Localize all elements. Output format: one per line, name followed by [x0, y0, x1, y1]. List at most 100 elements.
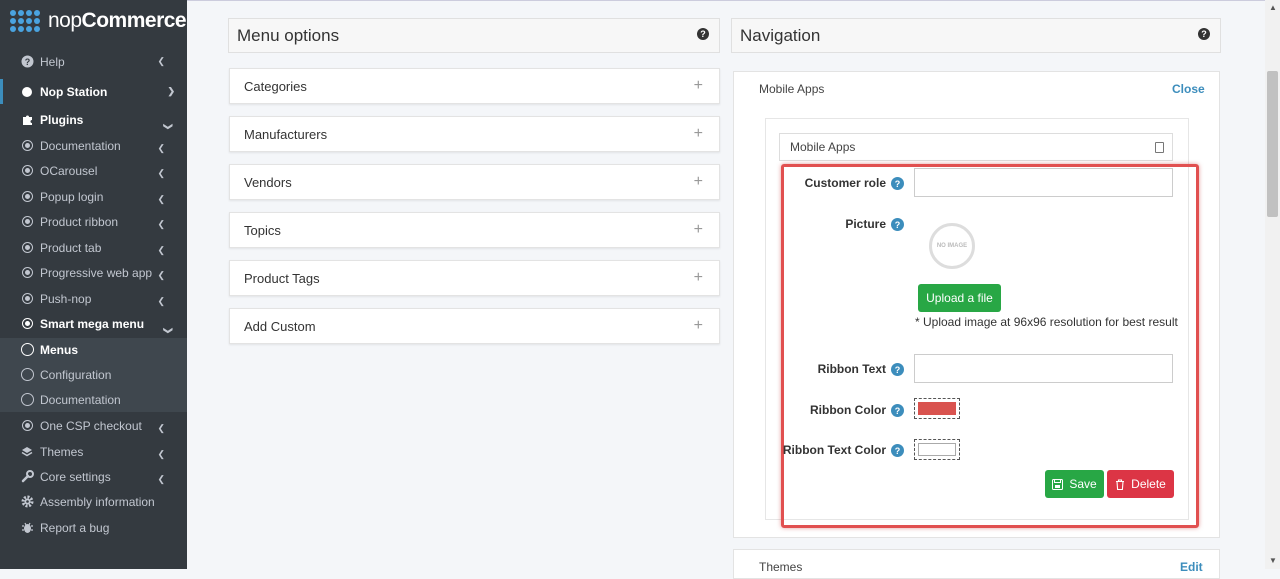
scroll-down-icon[interactable]: ▼ — [1269, 556, 1277, 565]
customer-role-input[interactable] — [914, 168, 1173, 197]
sidebar-item-help[interactable]: ? Help ❮ — [0, 49, 187, 74]
sidebar-item-label: Assembly information — [40, 494, 155, 509]
chevron-left-icon: ❮ — [157, 474, 165, 484]
question-circle-icon[interactable]: ? — [697, 28, 709, 40]
chevron-left-icon: ❮ — [157, 449, 165, 459]
chevron-left-icon: ❮ — [157, 194, 165, 204]
sidebar-item-product-ribbon[interactable]: Product ribbon ❮ — [0, 209, 187, 234]
ribbon-text-color-picker[interactable] — [914, 439, 960, 460]
navigation-title: Navigation — [740, 25, 821, 45]
accordion-label: Categories — [244, 78, 307, 94]
trash-icon — [1116, 478, 1125, 490]
ribbon-color-label: Ribbon Color — [810, 403, 886, 417]
sidebar-item-menu-documentation[interactable]: Documentation — [0, 387, 187, 412]
question-circle-icon[interactable]: ? — [1198, 28, 1210, 40]
save-button[interactable]: Save — [1045, 470, 1104, 498]
circle-dot-icon — [20, 140, 34, 151]
color-swatch — [918, 402, 956, 415]
chevron-left-icon: ❮ — [157, 56, 165, 66]
help-icon[interactable]: ? — [891, 363, 904, 376]
sidebar-item-progressive-web-app[interactable]: Progressive web app ❮ — [0, 260, 187, 285]
sidebar-item-label: Menus — [40, 342, 79, 357]
help-icon[interactable]: ? — [891, 404, 904, 417]
svg-text:?: ? — [24, 57, 30, 67]
no-image-text: NO IMAGE — [936, 243, 968, 249]
sidebar-item-product-tab[interactable]: Product tab ❮ — [0, 235, 187, 260]
accordion-add-custom[interactable]: Add Custom + — [229, 308, 720, 344]
sidebar-item-push-nop[interactable]: Push-nop ❮ — [0, 286, 187, 311]
sidebar-item-label: Popup login — [40, 189, 104, 204]
layers-icon — [20, 446, 34, 458]
circle-dot-icon — [20, 165, 34, 176]
sidebar-item-report-a-bug[interactable]: Report a bug — [0, 515, 187, 540]
ribbon-color-picker[interactable] — [914, 398, 960, 419]
chevron-left-icon: ❮ — [157, 296, 165, 306]
sidebar-item-assembly-information[interactable]: Assembly information — [0, 489, 187, 514]
delete-button[interactable]: Delete — [1107, 470, 1174, 498]
sidebar-item-label: Help — [40, 54, 65, 69]
chevron-left-icon: ❮ — [157, 245, 165, 255]
sidebar-item-smart-mega-menu[interactable]: Smart mega menu ❯ — [0, 311, 187, 336]
circle-dot-icon — [20, 318, 34, 329]
ribbon-text-input[interactable] — [914, 354, 1173, 383]
plus-icon[interactable]: + — [694, 269, 703, 287]
themes-panel — [733, 549, 1220, 579]
logo-icon — [10, 10, 40, 32]
sidebar-item-popup-login[interactable]: Popup login ❮ — [0, 184, 187, 209]
upload-hint: * Upload image at 96x96 resolution for b… — [915, 315, 1178, 329]
help-icon[interactable]: ? — [891, 177, 904, 190]
chevron-left-icon: ❮ — [157, 168, 165, 178]
accordion-categories[interactable]: Categories + — [229, 68, 720, 104]
sidebar-item-label: Plugins — [40, 112, 84, 127]
menu-item-header[interactable]: Mobile Apps — [779, 133, 1173, 161]
sidebar-item-themes[interactable]: Themes ❮ — [0, 439, 187, 464]
no-image-placeholder: NO IMAGE — [929, 223, 975, 269]
help-icon[interactable]: ? — [891, 444, 904, 457]
divider — [187, 0, 1265, 1]
gear-icon — [20, 495, 34, 508]
plus-icon[interactable]: + — [694, 173, 703, 191]
sidebar-item-label: One CSP checkout — [40, 418, 142, 433]
upload-file-button[interactable]: Upload a file — [918, 284, 1001, 312]
brand-name: nopCommerce — [48, 9, 187, 32]
sidebar-item-configuration[interactable]: Configuration — [0, 362, 187, 387]
accordion-product-tags[interactable]: Product Tags + — [229, 260, 720, 296]
sidebar-item-documentation[interactable]: Documentation ❮ — [0, 133, 187, 158]
sidebar-item-label: Progressive web app — [40, 265, 153, 280]
plus-icon[interactable]: + — [694, 125, 703, 143]
scrollbar-thumb[interactable] — [1267, 71, 1278, 217]
sidebar-item-ocarousel[interactable]: OCarousel ❮ — [0, 158, 187, 183]
brand-logo[interactable]: nopCommerce — [0, 0, 187, 42]
circle-dot-icon — [20, 267, 34, 278]
edit-link[interactable]: Edit — [1180, 560, 1203, 574]
sidebar-item-nop-station[interactable]: Nop Station ❯ — [0, 79, 187, 104]
sidebar-item-label: Report a bug — [40, 520, 110, 535]
accordion-manufacturers[interactable]: Manufacturers + — [229, 116, 720, 152]
circle-dot-icon — [20, 242, 34, 253]
themes-panel-title: Themes — [759, 560, 803, 574]
circle-dot-icon — [20, 191, 34, 202]
scrollbar[interactable]: ▲ ▼ — [1265, 0, 1280, 569]
help-icon[interactable]: ? — [891, 218, 904, 231]
sidebar-item-label: Push-nop — [40, 291, 92, 306]
dot-icon — [20, 86, 34, 97]
scroll-up-icon[interactable]: ▲ — [1269, 3, 1277, 12]
circle-icon — [20, 368, 34, 381]
save-label: Save — [1069, 477, 1097, 491]
chevron-down-icon: ❯ — [167, 86, 175, 96]
bug-icon — [20, 521, 34, 534]
sidebar-item-plugins[interactable]: Plugins ❯ — [0, 107, 187, 132]
plus-icon[interactable]: + — [694, 77, 703, 95]
sidebar-item-one-csp-checkout[interactable]: One CSP checkout ❮ — [0, 413, 187, 438]
sidebar-item-menus[interactable]: Menus — [0, 337, 187, 362]
close-link[interactable]: Close — [1172, 82, 1205, 96]
minimize-icon[interactable] — [1155, 142, 1164, 153]
accordion-vendors[interactable]: Vendors + — [229, 164, 720, 200]
sidebar-item-label: Documentation — [40, 138, 121, 153]
sidebar: nopCommerce ? Help ❮ Nop Station ❯ Plugi… — [0, 0, 187, 569]
plus-icon[interactable]: + — [694, 221, 703, 239]
delete-label: Delete — [1131, 477, 1166, 491]
plus-icon[interactable]: + — [694, 317, 703, 335]
accordion-topics[interactable]: Topics + — [229, 212, 720, 248]
sidebar-item-core-settings[interactable]: Core settings ❮ — [0, 464, 187, 489]
